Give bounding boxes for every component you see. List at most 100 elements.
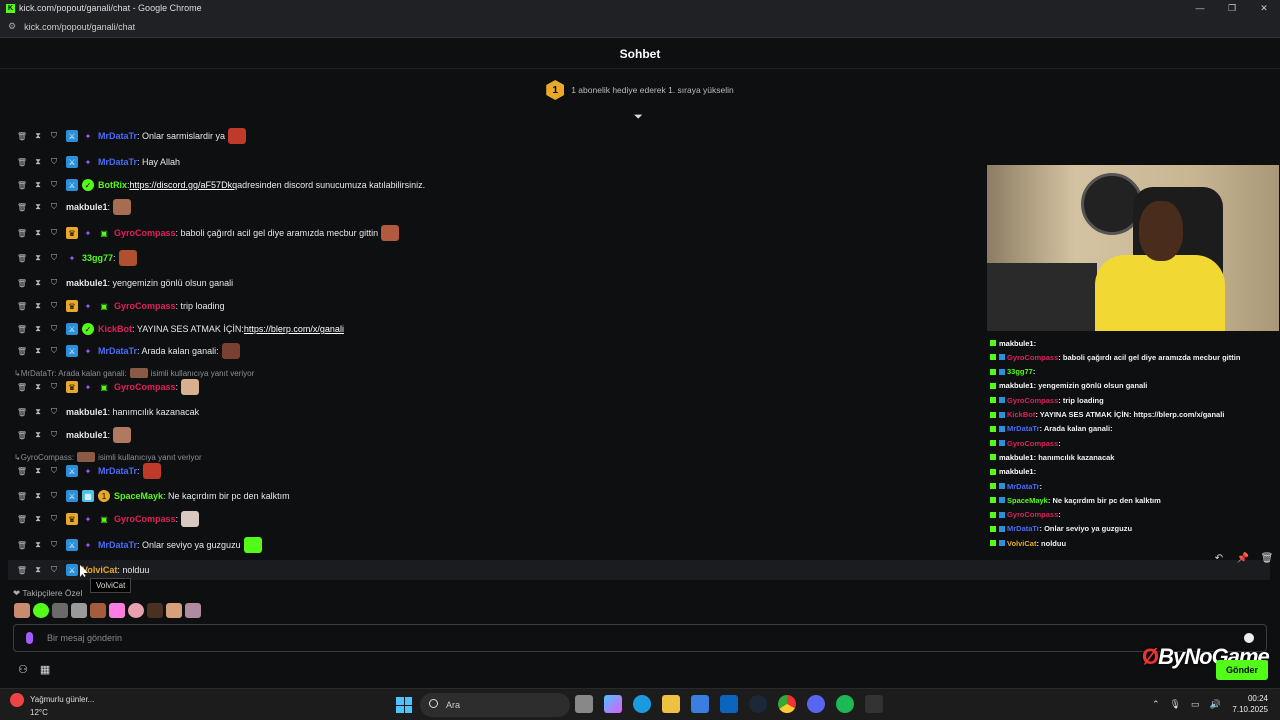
ban-shield-icon[interactable]: ⛉ [50,346,58,356]
emote-quick-1[interactable] [14,603,30,618]
copilot-icon[interactable] [604,695,622,713]
delete-message-icon[interactable]: 🗑 [17,566,27,575]
emote-quick-10[interactable] [185,603,201,618]
reply-context[interactable]: ↳ MrDataTr: Arada kalan ganali: isimli ku… [14,367,254,379]
microphone-icon[interactable] [26,632,33,644]
delete-message-icon[interactable]: 🗑 [17,132,27,141]
timeout-icon[interactable]: ⧗ [34,540,42,550]
timeout-icon[interactable]: ⧗ [34,382,42,392]
minimize-button[interactable]: — [1184,0,1216,16]
message-username[interactable]: 33gg77 [82,253,113,263]
delete-message-icon[interactable]: 🗑 [17,203,27,212]
chrome-icon[interactable] [778,695,796,713]
network-icon[interactable]: ▭ [1191,699,1200,710]
delete-message-icon[interactable]: 🗑 [17,158,27,167]
delete-icon[interactable]: 🗑 [1260,551,1274,565]
spotify-icon[interactable] [836,695,854,713]
message-username[interactable]: MrDataTr [98,131,137,141]
ban-shield-icon[interactable]: ⛉ [50,491,58,501]
ban-shield-icon[interactable]: ⛉ [50,301,58,311]
ban-shield-icon[interactable]: ⛉ [50,407,58,417]
delete-message-icon[interactable]: 🗑 [17,408,27,417]
emote-quick-9[interactable] [166,603,182,618]
timeout-icon[interactable]: ⧗ [34,407,42,417]
delete-message-icon[interactable]: 🗑 [17,431,27,440]
emoji-picker-icon[interactable] [1244,633,1254,643]
timeout-icon[interactable]: ⧗ [34,565,42,575]
message-username[interactable]: makbule1 [66,430,108,440]
ban-shield-icon[interactable]: ⛉ [50,382,58,392]
ban-shield-icon[interactable]: ⛉ [50,228,58,238]
timeout-icon[interactable]: ⧗ [34,514,42,524]
outlook-icon[interactable] [720,695,738,713]
chat-tools-icon[interactable]: ⚇ [18,663,28,676]
message-username[interactable]: MrDataTr [98,346,137,356]
ban-shield-icon[interactable]: ⛉ [50,565,58,575]
reply-icon[interactable]: ↶ [1212,551,1226,565]
emote-quick-4[interactable] [71,603,87,618]
timeout-icon[interactable]: ⧗ [34,278,42,288]
delete-message-icon[interactable]: 🗑 [17,229,27,238]
emote-quick-7[interactable] [128,603,144,618]
message-username[interactable]: GyroCompass [114,514,176,524]
ban-shield-icon[interactable]: ⛉ [50,131,58,141]
emote-quick-2[interactable] [33,603,49,618]
reply-context[interactable]: ↳ GyroCompass: isimli kullanıcıya yanıt v… [14,451,202,463]
tray-chevron-icon[interactable]: ⌃ [1152,699,1160,710]
ban-shield-icon[interactable]: ⛉ [50,157,58,167]
message-input[interactable]: Bir mesaj gönderin [13,624,1267,652]
ban-shield-icon[interactable]: ⛉ [50,324,58,334]
ban-shield-icon[interactable]: ⛉ [50,466,58,476]
message-username[interactable]: MrDataTr [98,540,137,550]
message-username[interactable]: KickBot [98,324,132,334]
emote-quick-5[interactable] [90,603,106,618]
taskbar-search[interactable]: Ara [420,693,570,717]
gift-leaderboard-banner[interactable]: 1 1 abonelik hediye ederek 1. sıraya yük… [0,78,1280,102]
delete-message-icon[interactable]: 🗑 [17,254,27,263]
timeout-icon[interactable]: ⧗ [34,491,42,501]
taskbar-clock[interactable]: 00:24 7.10.2025 [1232,693,1268,715]
ban-shield-icon[interactable]: ⛉ [50,430,58,440]
steam-icon[interactable] [749,695,767,713]
timeout-icon[interactable]: ⧗ [34,228,42,238]
message-username[interactable]: makbule1 [66,407,108,417]
delete-message-icon[interactable]: 🗑 [17,515,27,524]
message-username[interactable]: MrDataTr [98,157,137,167]
collapse-pinned-icon[interactable]: ⏷ [634,111,643,124]
close-button[interactable]: ✕ [1248,0,1280,16]
ban-shield-icon[interactable]: ⛉ [50,202,58,212]
delete-message-icon[interactable]: 🗑 [17,181,27,190]
delete-message-icon[interactable]: 🗑 [17,467,27,476]
message-username[interactable]: GyroCompass [114,301,176,311]
ban-shield-icon[interactable]: ⛉ [50,253,58,263]
discord-icon[interactable] [807,695,825,713]
delete-message-icon[interactable]: 🗑 [17,347,27,356]
delete-message-icon[interactable]: 🗑 [17,325,27,334]
delete-message-icon[interactable]: 🗑 [17,302,27,311]
timeout-icon[interactable]: ⧗ [34,301,42,311]
volume-icon[interactable]: 🔊 [1210,699,1221,710]
mic-tray-icon[interactable]: 🎙 [1170,699,1181,710]
delete-message-icon[interactable]: 🗑 [17,383,27,392]
message-username[interactable]: makbule1 [66,202,108,212]
message-link[interactable]: https://discord.gg/aF57Dkq [130,180,238,190]
emote-quick-3[interactable] [52,603,68,618]
message-link[interactable]: https://blerp.com/x/ganali [244,324,344,334]
timeout-icon[interactable]: ⧗ [34,430,42,440]
timeout-icon[interactable]: ⧗ [34,157,42,167]
epic-games-icon[interactable] [865,695,883,713]
timeout-icon[interactable]: ⧗ [34,253,42,263]
site-info-icon[interactable]: ⚙ [8,21,16,32]
timeout-icon[interactable]: ⧗ [34,180,42,190]
message-username[interactable]: GyroCompass [114,228,176,238]
ban-shield-icon[interactable]: ⛉ [50,278,58,288]
timeout-icon[interactable]: ⧗ [34,202,42,212]
delete-message-icon[interactable]: 🗑 [17,279,27,288]
message-username[interactable]: BotRix [98,180,127,190]
timeout-icon[interactable]: ⧗ [34,131,42,141]
address-bar[interactable]: ⚙ kick.com/popout/ganali/chat [0,16,1280,38]
ban-shield-icon[interactable]: ⛉ [50,540,58,550]
message-username[interactable]: SpaceMayk [114,491,163,501]
weather-widget[interactable]: Yağmurlu günler... 12°C [10,693,94,718]
timeout-icon[interactable]: ⧗ [34,346,42,356]
